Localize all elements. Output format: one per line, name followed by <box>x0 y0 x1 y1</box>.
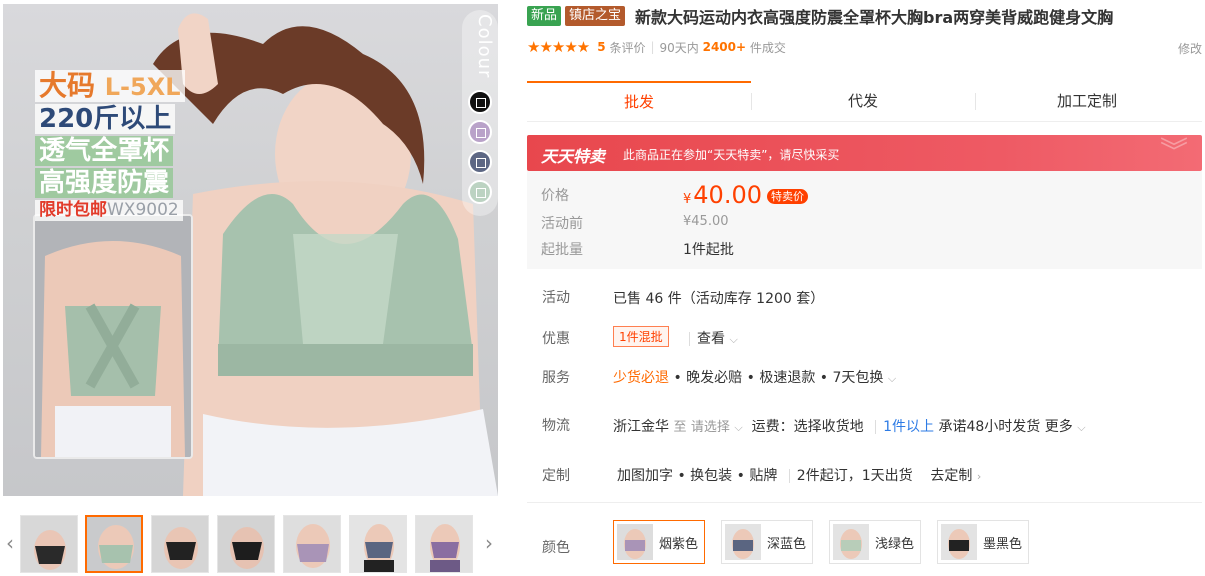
thumbnail-strip: ‹ › <box>3 513 498 575</box>
customize-moq: 2件起订，1天出货 <box>796 468 913 484</box>
price-box: 价格 ¥40.00 特卖价 活动前 ¥45.00 起批量 1件起批 <box>527 171 1202 269</box>
shipping-promise: 承诺48小时发货 <box>938 419 1041 435</box>
customize-items: 加图加字 • 换包装 • 贴牌 <box>617 468 778 484</box>
chevron-down-icon: ⌵ <box>729 333 738 346</box>
chevron-down-icon[interactable]: ⌵ <box>734 421 742 434</box>
shipping-qty: 1件以上 <box>883 419 935 435</box>
color-thumb <box>725 524 761 560</box>
promo-size-line: 大码 L-5XL <box>35 70 185 102</box>
thumbnail-7[interactable] <box>415 515 473 573</box>
price-value: ¥40.00 <box>683 181 762 209</box>
moq-value: 1件起批 <box>683 242 734 258</box>
logistics-label: 物流 <box>542 418 570 434</box>
destination-select[interactable]: 请选择 <box>691 420 730 435</box>
thumbnail-1[interactable] <box>20 515 78 573</box>
chevrons-down-icon: ︾ <box>1159 135 1188 168</box>
price-label: 价格 <box>541 188 569 204</box>
sale-price-tag: 特卖价 <box>767 189 808 204</box>
sold-label: 件成交 <box>749 40 786 55</box>
orig-price: ¥45.00 <box>683 214 729 229</box>
product-title: 新款大码运动内衣高强度防震全罩杯大胸bra两穿美背威跑健身文胸 <box>635 8 1114 27</box>
activity-text: 已售 46 件（活动库存 1200 套） <box>613 291 825 307</box>
customize-link[interactable]: 去定制 <box>930 468 972 484</box>
thumbnail-4[interactable] <box>217 515 275 573</box>
inset-back-view-image <box>33 214 193 459</box>
promo-feature-1: 透气全罩杯 <box>35 136 174 166</box>
color-option-light-green[interactable]: 浅绿色 <box>829 520 922 564</box>
promo-code-line: 限时包邮WX9002 <box>35 200 183 221</box>
shipping-fee: 运费：选择收货地 <box>751 419 864 435</box>
daily-deal-logo: 天天特卖 <box>541 147 606 166</box>
discount-label: 优惠 <box>542 331 570 347</box>
customize-row: 加图加字 • 换包装 • 贴牌 2件起订，1天出货 去定制 › <box>617 465 981 485</box>
service-list[interactable]: 少货必退 • 晚发必赔 • 极速退款 • 7天包换 ⌵ <box>613 367 896 387</box>
review-label[interactable]: 条评价 <box>609 39 645 56</box>
sold-count: 2400+ <box>702 40 747 54</box>
swatch-navy[interactable] <box>468 150 492 174</box>
color-label: 颜色 <box>542 540 570 556</box>
ship-from: 浙江金华 <box>613 419 669 435</box>
purchase-mode-tabs: 批发 代发 加工定制 <box>527 81 1202 122</box>
service-label: 服务 <box>542 370 570 386</box>
tab-wholesale[interactable]: 批发 <box>527 81 751 121</box>
color-thumb <box>941 524 977 560</box>
thumbnail-6[interactable] <box>349 515 407 573</box>
back-view-figure <box>35 216 191 457</box>
chevron-right-icon[interactable]: › <box>977 470 981 483</box>
star-rating-icon: ★★★★★ <box>527 38 590 56</box>
swatch-purple[interactable] <box>468 120 492 144</box>
color-option-ink-black[interactable]: 墨黑色 <box>937 520 1030 564</box>
chevron-down-icon[interactable]: ⌵ <box>1077 421 1085 434</box>
chevron-down-icon: ⌵ <box>887 372 897 385</box>
period-label: 90天内 <box>659 40 699 55</box>
thumbnail-2-selected[interactable] <box>85 515 143 573</box>
orig-price-label: 活动前 <box>541 216 583 232</box>
moq-label: 起批量 <box>541 242 583 258</box>
swatch-green[interactable] <box>468 180 492 204</box>
color-option-navy[interactable]: 深蓝色 <box>721 520 814 564</box>
color-option-smoke-purple[interactable]: 烟紫色 <box>613 520 706 564</box>
chevron-left-icon[interactable]: ‹ <box>3 513 17 573</box>
promo-feature-2: 高强度防震 <box>35 168 174 198</box>
promo-weight-line: 220斤以上 <box>35 104 176 134</box>
thumbnail-5[interactable] <box>283 515 341 573</box>
color-thumb <box>617 524 653 560</box>
rating-row: ★★★★★ 5 条评价 | 90天内 2400+ 件成交 修改 <box>527 38 1202 56</box>
edit-link[interactable]: 修改 <box>1178 40 1202 57</box>
tab-dropship[interactable]: 代发 <box>751 81 975 121</box>
swatch-black[interactable] <box>468 90 492 114</box>
customize-label: 定制 <box>542 468 570 484</box>
shop-treasure-badge: 镇店之宝 <box>565 6 626 26</box>
review-count[interactable]: 5 <box>597 40 605 54</box>
activity-label: 活动 <box>542 290 570 306</box>
daily-deal-note: 此商品正在参加“天天特卖”，请尽快采买 <box>623 148 840 162</box>
title-row: 新品 镇店之宝 新款大码运动内衣高强度防震全罩杯大胸bra两穿美背威跑健身文胸 <box>527 5 1113 27</box>
chevron-right-icon[interactable]: › <box>482 513 496 573</box>
colour-label: Colour <box>474 14 495 79</box>
color-thumb <box>833 524 869 560</box>
logistics-more-link[interactable]: 更多 <box>1045 419 1073 435</box>
tab-customize[interactable]: 加工定制 <box>975 81 1199 121</box>
promo-text-block: 大码 L-5XL 220斤以上 透气全罩杯 高强度防震 限时包邮WX9002 <box>35 70 185 223</box>
main-product-image[interactable]: 大码 L-5XL 220斤以上 透气全罩杯 高强度防震 限时包邮WX9002 C… <box>3 4 498 496</box>
new-badge: 新品 <box>527 6 562 26</box>
thumbnail-3[interactable] <box>151 515 209 573</box>
divider <box>527 502 1202 503</box>
discount-view-link[interactable]: 查看 ⌵ <box>682 328 738 348</box>
daily-deal-banner: 天天特卖 此商品正在参加“天天特卖”，请尽快采买 ︾ <box>527 135 1202 171</box>
mixed-batch-tag: 1件混批 <box>613 326 669 347</box>
logistics-row: 浙江金华 至 请选择 ⌵ 运费：选择收货地 1件以上 承诺48小时发货 更多 ⌵ <box>613 419 1086 435</box>
